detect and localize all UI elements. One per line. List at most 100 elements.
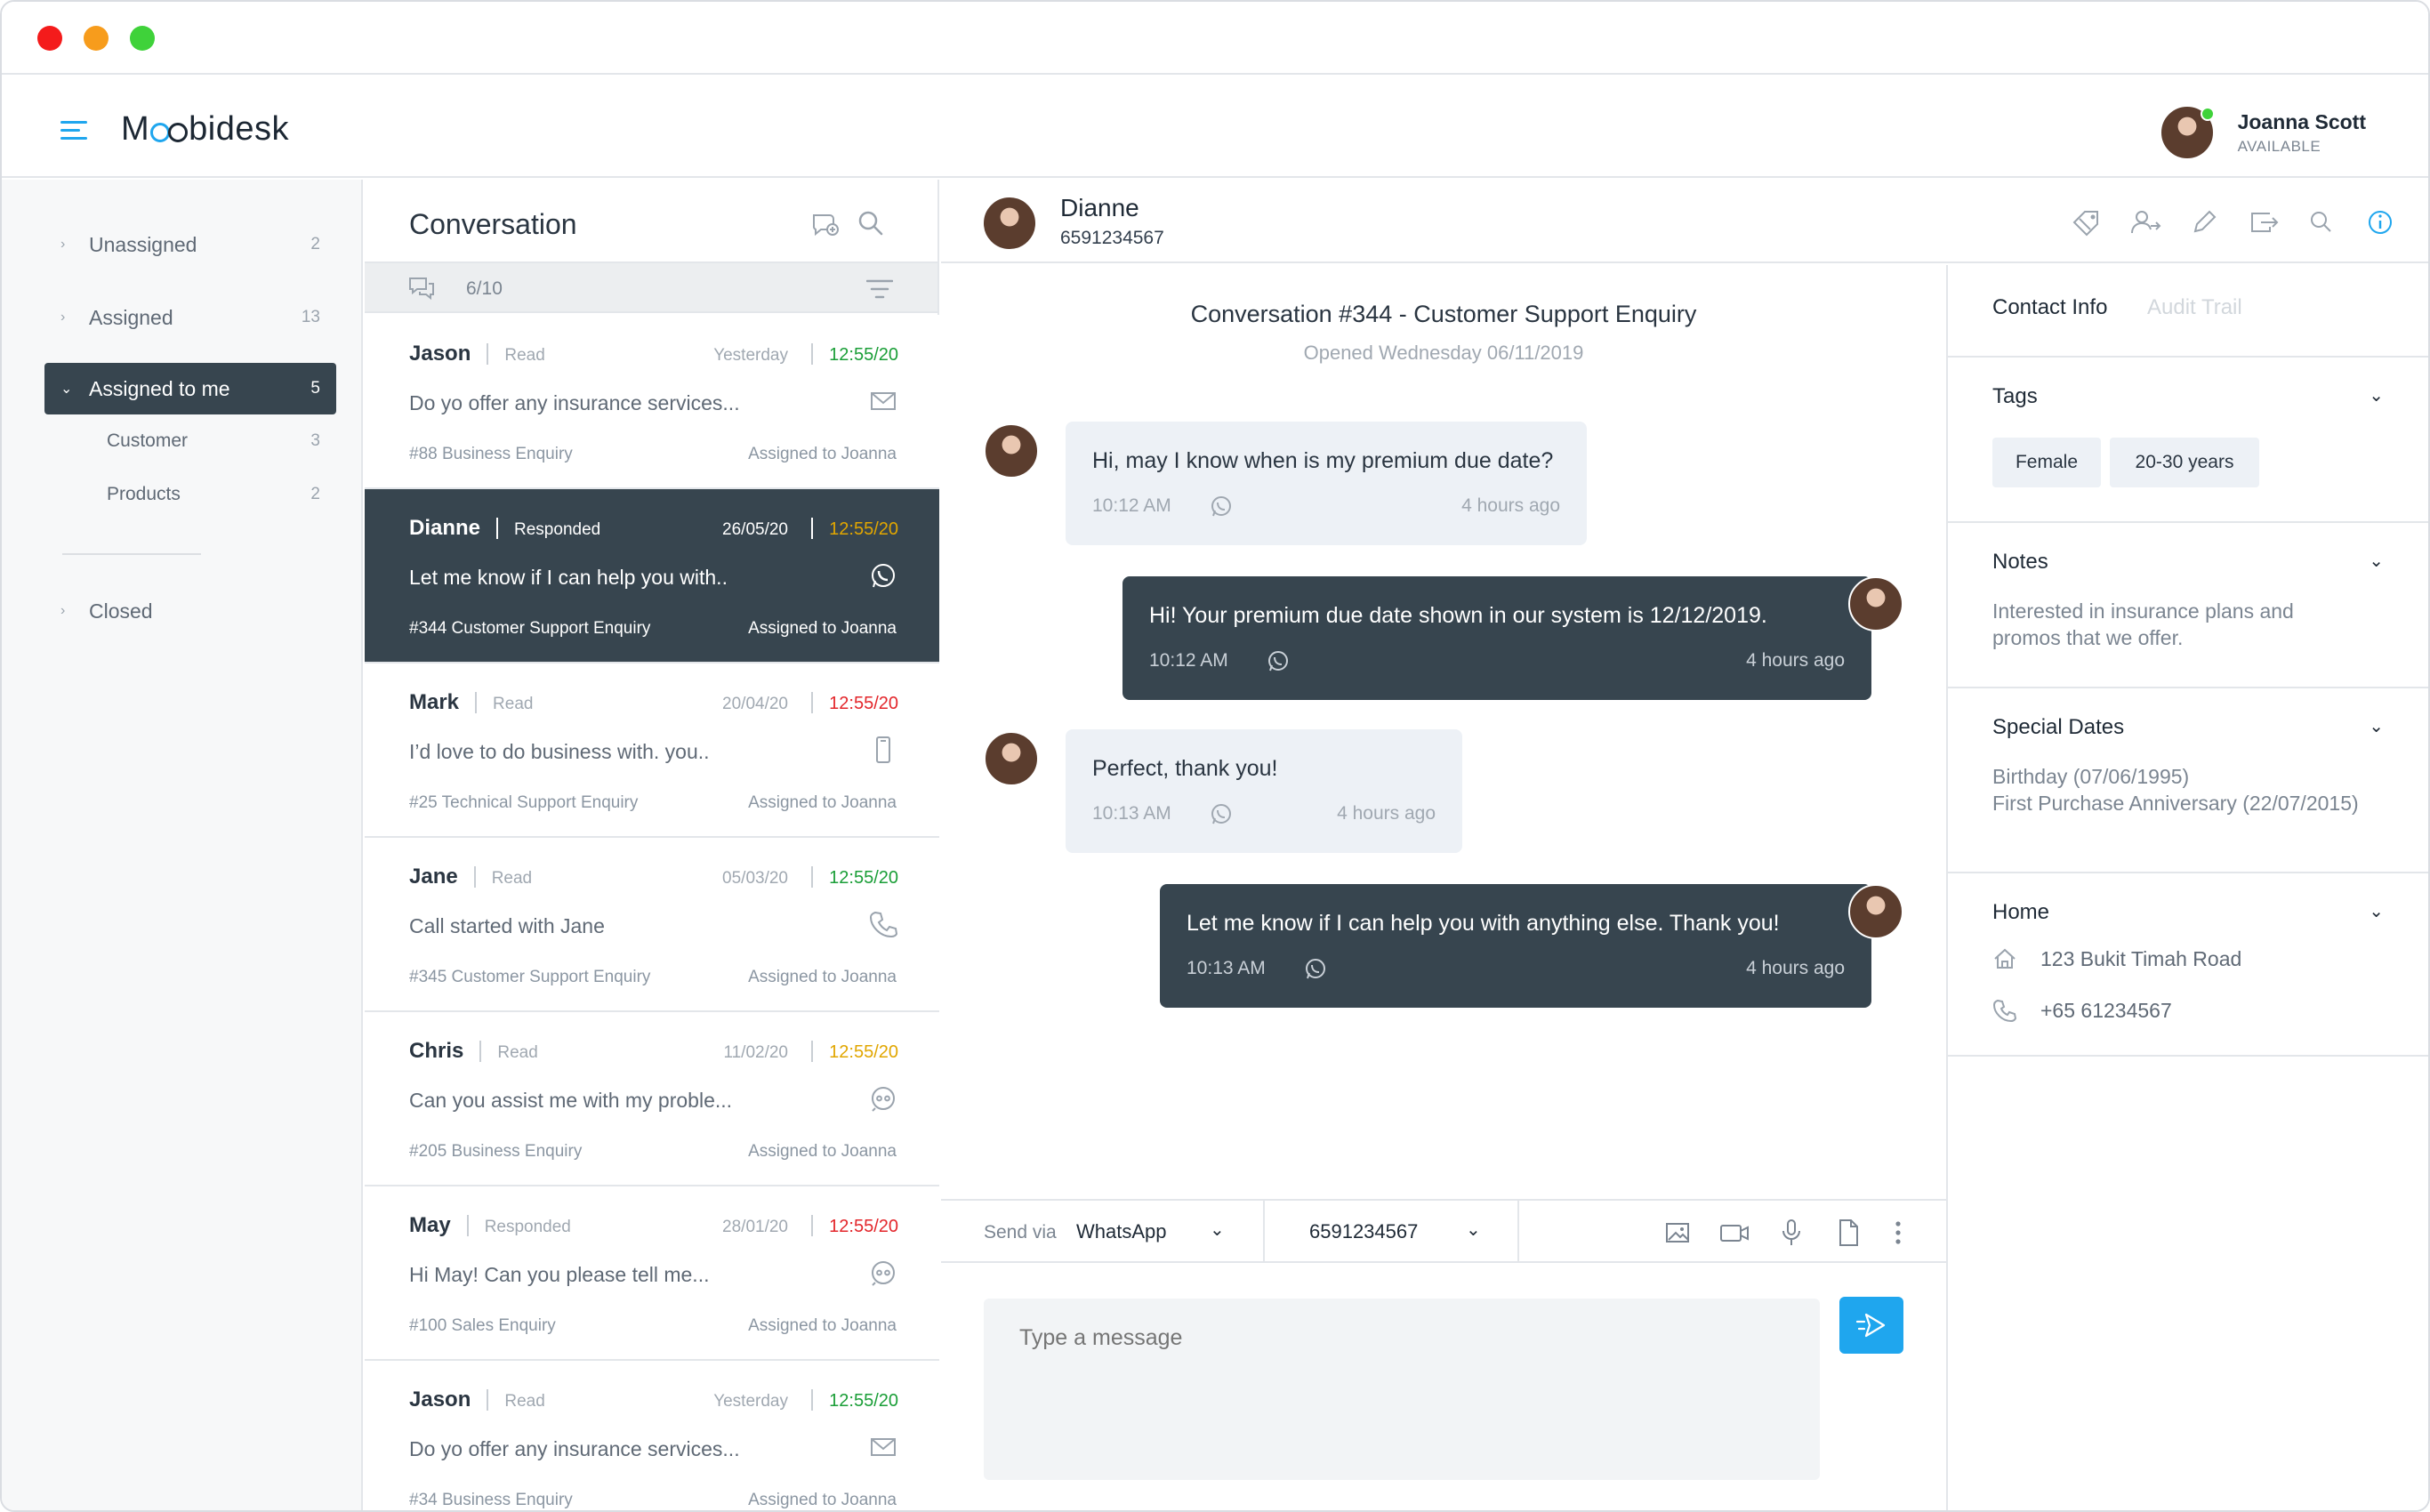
conversation-card[interactable]: Jason Read Yesterday 12:55/20 Do yo offer an… [365, 315, 939, 489]
info-icon[interactable] [2364, 206, 2396, 238]
special-date: First Purchase Anniversary (22/07/2015) [1992, 792, 2359, 815]
tag-chip[interactable]: Female [1992, 438, 2101, 487]
conversation-card[interactable]: Chris Read 11/02/20 12:55/20 Can you assist … [365, 1012, 939, 1186]
card-assignee: Assigned to Joanna [748, 445, 897, 463]
card-ticket: #345 Customer Support Enquiry [409, 968, 651, 986]
sidebar-subitem-products[interactable]: Products 2 [107, 477, 329, 512]
chevron-down-icon[interactable]: ⌄ [2369, 384, 2384, 406]
search-icon[interactable] [856, 208, 886, 238]
chat-header: Dianne 6591234567 [941, 180, 2428, 263]
sidebar-subitem-label: Products [107, 484, 181, 504]
conversation-card[interactable]: May Responded 28/01/20 12:55/20 Hi May! Can … [365, 1186, 939, 1361]
more-options-icon[interactable] [1889, 1217, 1907, 1249]
conversation-card[interactable]: Jane Read 05/03/20 12:55/20 Call started wit… [365, 838, 939, 1012]
whatsapp-icon [1211, 496, 1231, 517]
card-message-preview: Do yo offer any insurance services... [409, 391, 740, 414]
tab-contact-info[interactable]: Contact Info [1992, 295, 2107, 320]
logo-text-end: bidesk [189, 110, 289, 148]
image-icon[interactable] [1662, 1217, 1694, 1249]
app-window: M bidesk Joanna Scott AVAILABLE › Unassi… [0, 0, 2430, 1512]
send-icon [1855, 1313, 1886, 1338]
sidebar-subitem-count: 3 [310, 431, 320, 450]
filter-icon[interactable] [866, 279, 893, 299]
folder-sidebar: › Unassigned 2 › Assigned 13 ⌄ Assigned … [2, 180, 363, 1510]
window-titlebar [2, 2, 2428, 75]
tag-chip[interactable]: 20-30 years [2110, 438, 2259, 487]
close-window-button[interactable] [37, 26, 62, 51]
card-contact-name: Jason [409, 342, 471, 366]
video-icon[interactable] [1718, 1217, 1750, 1249]
maximize-window-button[interactable] [130, 26, 155, 51]
card-contact-name: Mark [409, 690, 460, 714]
card-separator [811, 692, 813, 713]
special-dates-section: Special Dates ⌄ Birthday (07/06/1995) Fi… [1948, 688, 2428, 873]
sidebar-item-label: Closed [89, 599, 153, 623]
message-text: Perfect, thank you! [1092, 756, 1278, 781]
message-ago: 4 hours ago [1746, 958, 1845, 978]
card-date: 26/05/20 [722, 520, 788, 539]
conversation-card[interactable]: Dianne Responded 26/05/20 12:55/20 Let me kn… [365, 489, 939, 664]
special-date: Birthday (07/06/1995) [1992, 765, 2190, 788]
message-bubble-incoming: Perfect, thank you! 10:13 AM 4 hours ago [1066, 729, 1462, 853]
send-via-label: Send via [984, 1222, 1057, 1243]
card-date: Yesterday [713, 1392, 788, 1411]
info-tabs: Contact Info Audit Trail [1948, 265, 2428, 358]
logo-text-start: M [121, 110, 150, 148]
chevron-down-icon[interactable]: ⌄ [1466, 1218, 1481, 1241]
new-chat-icon[interactable] [809, 208, 840, 238]
contact-phone: 6591234567 [1060, 228, 1164, 248]
tab-audit-trail[interactable]: Audit Trail [2147, 295, 2242, 320]
special-dates-title: Special Dates [1992, 715, 2125, 739]
message-input[interactable] [984, 1299, 1820, 1480]
tag-icon[interactable] [2071, 206, 2103, 238]
card-separator [811, 518, 813, 539]
card-ticket: #88 Business Enquiry [409, 445, 573, 463]
card-read-status: Read [491, 869, 533, 888]
sidebar-subitem-customer[interactable]: Customer 3 [107, 423, 329, 459]
channel-select[interactable]: WhatsApp [1076, 1220, 1167, 1243]
card-contact-name: Jason [409, 1387, 471, 1411]
chat-actions [2071, 206, 2396, 238]
card-read-status: Read [493, 695, 534, 713]
microphone-icon[interactable] [1775, 1217, 1807, 1249]
card-message-preview: I’d love to do business with. you.. [409, 740, 710, 763]
chevron-down-icon[interactable]: ⌄ [2369, 900, 2384, 922]
agent-avatar [1848, 884, 1903, 939]
message-time: 10:13 AM [1187, 958, 1266, 978]
sidebar-item-unassigned[interactable]: › Unassigned 2 [44, 219, 336, 270]
user-profile[interactable]: Joanna Scott AVAILABLE [2159, 105, 2366, 160]
sidebar-subitem-count: 2 [310, 485, 320, 503]
whatsapp-icon [872, 564, 895, 588]
send-button[interactable] [1839, 1297, 1903, 1354]
card-message-preview: Call started with Jane [409, 914, 605, 937]
sidebar-item-assigned-to-me[interactable]: ⌄ Assigned to me 5 [44, 363, 336, 414]
card-separator [466, 1215, 469, 1236]
card-separator [487, 343, 489, 365]
card-assignee: Assigned to Joanna [748, 968, 897, 986]
assign-user-icon[interactable] [2129, 206, 2161, 238]
phone-select[interactable]: 6591234567 [1309, 1220, 1418, 1243]
logo-mark [150, 117, 189, 142]
conversation-card[interactable]: Mark Read 20/04/20 12:55/20 I’d love to do b… [365, 664, 939, 838]
minimize-window-button[interactable] [84, 26, 109, 51]
conversation-card[interactable]: Jason Read Yesterday 12:55/20 Do yo offer an… [365, 1361, 939, 1510]
card-ticket: #100 Sales Enquiry [409, 1316, 556, 1335]
card-message-preview: Can you assist me with my proble... [409, 1089, 733, 1112]
sidebar-item-assigned[interactable]: › Assigned 13 [44, 292, 336, 343]
chevron-down-icon[interactable]: ⌄ [1210, 1218, 1225, 1241]
home-phone: +65 61234567 [1992, 998, 2172, 1023]
conversation-list: Conversation 6/10 Jason Read Yesterday 12:5… [365, 180, 939, 1510]
menu-icon[interactable] [60, 121, 87, 141]
export-icon[interactable] [2247, 206, 2279, 238]
document-icon[interactable] [1832, 1217, 1864, 1249]
sidebar-item-closed[interactable]: › Closed [44, 585, 336, 637]
notes-section: Notes ⌄ Interested in insurance plans an… [1948, 523, 2428, 688]
chevron-down-icon[interactable]: ⌄ [2369, 550, 2384, 572]
card-separator [811, 1041, 813, 1062]
card-read-status: Read [497, 1043, 538, 1062]
search-icon[interactable] [2305, 206, 2337, 238]
home-title: Home [1992, 900, 2050, 924]
card-date: 11/02/20 [723, 1043, 788, 1062]
edit-icon[interactable] [2188, 206, 2220, 238]
chevron-down-icon[interactable]: ⌄ [2369, 715, 2384, 737]
